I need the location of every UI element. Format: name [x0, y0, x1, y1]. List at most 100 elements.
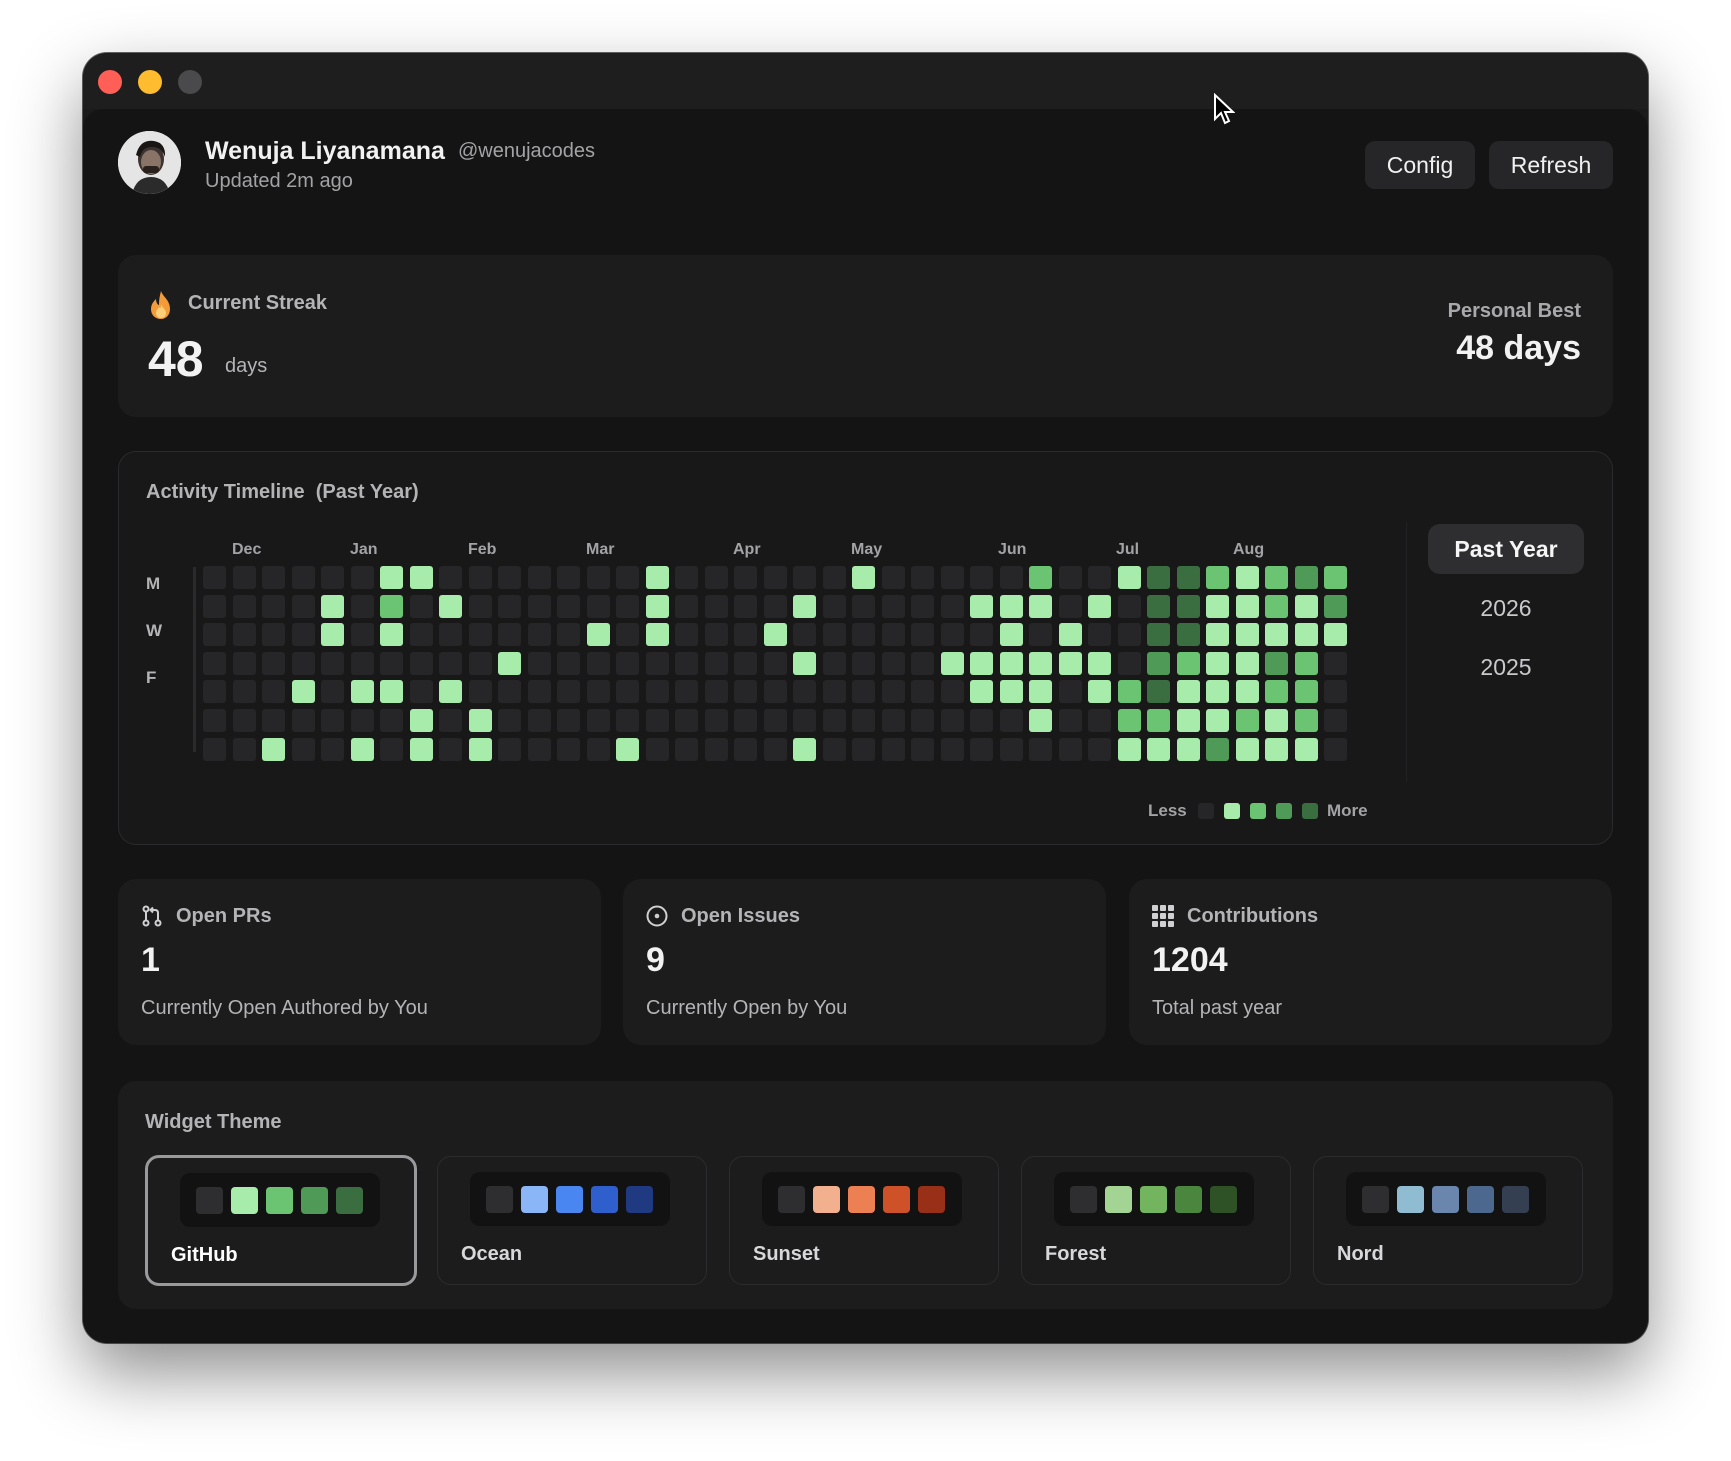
- heatmap-cell[interactable]: [1118, 595, 1141, 618]
- heatmap-cell[interactable]: [439, 595, 462, 618]
- heatmap-cell[interactable]: [764, 652, 787, 675]
- heatmap-cell[interactable]: [1177, 680, 1200, 703]
- heatmap-cell[interactable]: [498, 709, 521, 732]
- heatmap-cell[interactable]: [1236, 566, 1259, 589]
- heatmap-cell[interactable]: [1059, 623, 1082, 646]
- heatmap-cell[interactable]: [351, 680, 374, 703]
- heatmap-cell[interactable]: [1206, 680, 1229, 703]
- heatmap-cell[interactable]: [734, 595, 757, 618]
- heatmap-cell[interactable]: [1295, 595, 1318, 618]
- heatmap-cell[interactable]: [764, 595, 787, 618]
- heatmap-cell[interactable]: [469, 709, 492, 732]
- heatmap-cell[interactable]: [1059, 652, 1082, 675]
- heatmap-cell[interactable]: [675, 738, 698, 761]
- heatmap-cell[interactable]: [734, 680, 757, 703]
- heatmap-cell[interactable]: [1118, 623, 1141, 646]
- heatmap-cell[interactable]: [1177, 623, 1200, 646]
- heatmap-cell[interactable]: [1236, 709, 1259, 732]
- heatmap-cell[interactable]: [852, 595, 875, 618]
- heatmap-cell[interactable]: [321, 595, 344, 618]
- heatmap-cell[interactable]: [616, 680, 639, 703]
- heatmap-cell[interactable]: [970, 738, 993, 761]
- heatmap-cell[interactable]: [646, 738, 669, 761]
- heatmap-cell[interactable]: [557, 566, 580, 589]
- heatmap-cell[interactable]: [498, 595, 521, 618]
- heatmap-cell[interactable]: [587, 680, 610, 703]
- heatmap-cell[interactable]: [1295, 566, 1318, 589]
- heatmap-cell[interactable]: [675, 680, 698, 703]
- heatmap-cell[interactable]: [734, 566, 757, 589]
- heatmap-cell[interactable]: [1324, 680, 1347, 703]
- heatmap-cell[interactable]: [793, 566, 816, 589]
- heatmap-cell[interactable]: [262, 652, 285, 675]
- heatmap-cell[interactable]: [1000, 623, 1023, 646]
- heatmap-cell[interactable]: [1029, 738, 1052, 761]
- heatmap-cell[interactable]: [528, 738, 551, 761]
- range-option-2026[interactable]: 2026: [1428, 583, 1584, 633]
- heatmap-cell[interactable]: [528, 709, 551, 732]
- heatmap-cell[interactable]: [203, 709, 226, 732]
- heatmap-cell[interactable]: [351, 652, 374, 675]
- heatmap-cell[interactable]: [1236, 652, 1259, 675]
- heatmap-cell[interactable]: [823, 738, 846, 761]
- heatmap-cell[interactable]: [616, 595, 639, 618]
- heatmap-cell[interactable]: [351, 566, 374, 589]
- heatmap-cell[interactable]: [587, 595, 610, 618]
- heatmap-cell[interactable]: [1029, 652, 1052, 675]
- heatmap-cell[interactable]: [941, 738, 964, 761]
- heatmap-cell[interactable]: [1147, 566, 1170, 589]
- heatmap-cell[interactable]: [1000, 738, 1023, 761]
- heatmap-cell[interactable]: [321, 652, 344, 675]
- heatmap-cell[interactable]: [292, 652, 315, 675]
- heatmap-cell[interactable]: [321, 738, 344, 761]
- heatmap-cell[interactable]: [882, 738, 905, 761]
- heatmap-cell[interactable]: [262, 709, 285, 732]
- heatmap-cell[interactable]: [646, 652, 669, 675]
- heatmap-cell[interactable]: [734, 623, 757, 646]
- heatmap-cell[interactable]: [616, 652, 639, 675]
- heatmap-cell[interactable]: [292, 709, 315, 732]
- maximize-window-button[interactable]: [178, 70, 202, 94]
- heatmap-cell[interactable]: [941, 709, 964, 732]
- heatmap-cell[interactable]: [941, 680, 964, 703]
- heatmap-cell[interactable]: [351, 709, 374, 732]
- heatmap-cell[interactable]: [1295, 623, 1318, 646]
- heatmap-cell[interactable]: [1029, 623, 1052, 646]
- heatmap-cell[interactable]: [823, 595, 846, 618]
- heatmap-cell[interactable]: [852, 566, 875, 589]
- heatmap-cell[interactable]: [233, 680, 256, 703]
- heatmap-cell[interactable]: [203, 738, 226, 761]
- heatmap-cell[interactable]: [675, 623, 698, 646]
- heatmap-cell[interactable]: [1029, 566, 1052, 589]
- heatmap-cell[interactable]: [734, 652, 757, 675]
- heatmap-cell[interactable]: [321, 709, 344, 732]
- heatmap-cell[interactable]: [203, 566, 226, 589]
- heatmap-cell[interactable]: [675, 566, 698, 589]
- heatmap-cell[interactable]: [1206, 709, 1229, 732]
- theme-option-ocean[interactable]: Ocean: [437, 1156, 707, 1285]
- heatmap-cell[interactable]: [439, 623, 462, 646]
- close-window-button[interactable]: [98, 70, 122, 94]
- heatmap-cell[interactable]: [1029, 595, 1052, 618]
- heatmap-cell[interactable]: [469, 623, 492, 646]
- heatmap-cell[interactable]: [823, 623, 846, 646]
- heatmap-cell[interactable]: [793, 709, 816, 732]
- heatmap-cell[interactable]: [498, 738, 521, 761]
- heatmap-cell[interactable]: [911, 680, 934, 703]
- heatmap-cell[interactable]: [498, 566, 521, 589]
- heatmap-cell[interactable]: [941, 566, 964, 589]
- heatmap-cell[interactable]: [793, 738, 816, 761]
- heatmap-cell[interactable]: [351, 738, 374, 761]
- config-button[interactable]: Config: [1365, 141, 1475, 189]
- heatmap-cell[interactable]: [1118, 680, 1141, 703]
- heatmap-cell[interactable]: [675, 709, 698, 732]
- heatmap-cell[interactable]: [646, 566, 669, 589]
- heatmap-cell[interactable]: [734, 709, 757, 732]
- heatmap-cell[interactable]: [1177, 738, 1200, 761]
- heatmap-cell[interactable]: [1059, 595, 1082, 618]
- theme-option-github[interactable]: GitHub: [145, 1155, 417, 1286]
- heatmap-cell[interactable]: [793, 680, 816, 703]
- open-prs-card[interactable]: Open PRs 1 Currently Open Authored by Yo…: [118, 879, 601, 1045]
- heatmap-cell[interactable]: [1177, 709, 1200, 732]
- heatmap-cell[interactable]: [1177, 566, 1200, 589]
